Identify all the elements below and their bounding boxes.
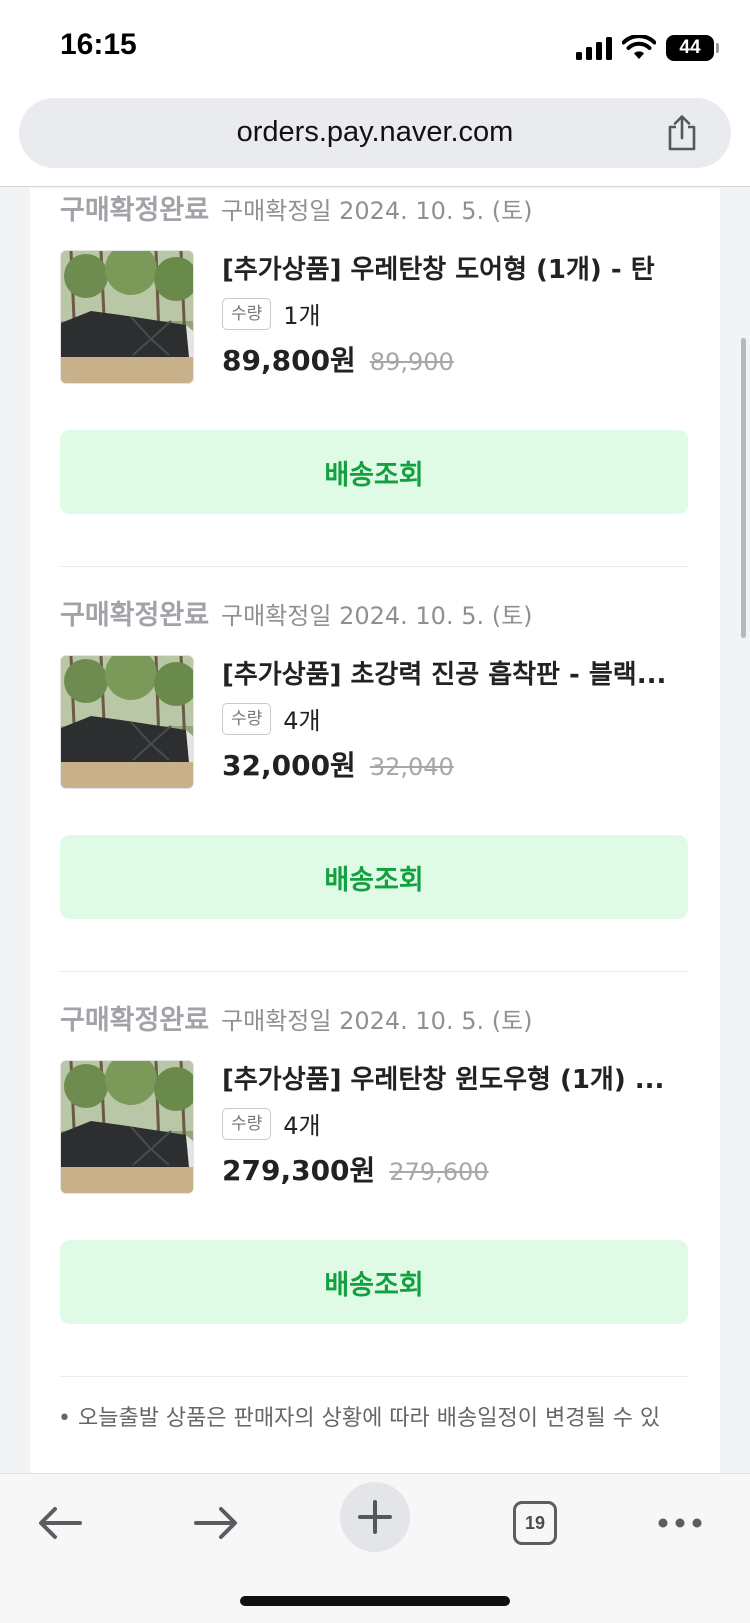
divider xyxy=(60,566,688,567)
shipping-notice: • 오늘출발 상품은 판매자의 상황에 따라 배송일정이 변경될 수 있 xyxy=(58,1406,661,1431)
new-tab-button[interactable] xyxy=(340,1482,410,1552)
sale-price: 32,000원 xyxy=(222,749,356,782)
forward-button[interactable] xyxy=(186,1488,246,1558)
order-header: 구매확정완료 구매확정일 2024. 10. 5. (토) xyxy=(60,188,688,228)
quantity-value: 4개 xyxy=(283,707,321,735)
status-time: 16:15 xyxy=(60,28,137,61)
url-text: orders.pay.naver.com xyxy=(236,116,514,148)
product-row[interactable]: [추가상품] 초강력 진공 흡착판 - 블랙... 수량 4개 32,000원 … xyxy=(60,655,688,795)
sale-price: 89,800원 xyxy=(222,344,356,377)
quantity-row: 수량 4개 xyxy=(222,701,688,736)
home-indicator[interactable] xyxy=(240,1596,510,1606)
product-name[interactable]: [추가상품] 우레탄창 윈도우형 (1개) ... xyxy=(222,1060,688,1100)
divider xyxy=(60,1376,688,1377)
wifi-icon xyxy=(622,35,656,59)
arrow-right-icon xyxy=(194,1507,237,1539)
quantity-badge: 수량 xyxy=(222,1107,272,1140)
quantity-value: 4개 xyxy=(283,1112,321,1140)
track-delivery-button[interactable]: 배송조회 xyxy=(60,430,688,514)
product-row[interactable]: [추가상품] 우레탄창 윈도우형 (1개) ... 수량 4개 279,300원… xyxy=(60,1060,688,1200)
order-item: 구매확정완료 구매확정일 2024. 10. 5. (토) xyxy=(60,998,688,1377)
battery-icon: 44 xyxy=(666,35,719,61)
more-button[interactable] xyxy=(650,1488,710,1558)
order-header: 구매확정완료 구매확정일 2024. 10. 5. (토) xyxy=(60,998,688,1038)
track-delivery-button[interactable]: 배송조회 xyxy=(60,835,688,919)
order-header: 구매확정완료 구매확정일 2024. 10. 5. (토) xyxy=(60,593,688,633)
price-row: 279,300원 279,600 xyxy=(222,1149,688,1189)
tabs-icon: 19 xyxy=(513,1501,557,1545)
product-thumbnail[interactable] xyxy=(60,1060,194,1194)
tent-photo xyxy=(61,251,193,383)
quantity-badge: 수량 xyxy=(222,297,272,330)
order-item: 구매확정완료 구매확정일 2024. 10. 5. (토) xyxy=(60,188,688,567)
product-thumbnail[interactable] xyxy=(60,250,194,384)
plus-icon xyxy=(358,1500,392,1534)
original-price: 89,900 xyxy=(369,348,454,376)
address-bar[interactable]: orders.pay.naver.com xyxy=(19,98,731,168)
quantity-row: 수량 4개 xyxy=(222,1106,688,1141)
order-list[interactable]: 구매확정완료 구매확정일 2024. 10. 5. (토) [추가상품] 우레탄… xyxy=(30,188,720,1473)
original-price: 279,600 xyxy=(389,1158,489,1186)
scrollbar[interactable] xyxy=(741,338,746,638)
price-row: 89,800원 89,900 xyxy=(222,339,688,379)
product-thumbnail[interactable] xyxy=(60,655,194,789)
product-row[interactable]: [추가상품] 우레탄창 도어형 (1개) - 탄 수량 1개 89,800원 8… xyxy=(60,250,688,390)
track-delivery-button[interactable]: 배송조회 xyxy=(60,1240,688,1324)
product-info: [추가상품] 우레탄창 도어형 (1개) - 탄 수량 1개 89,800원 8… xyxy=(222,250,688,379)
divider xyxy=(60,971,688,972)
more-icon xyxy=(658,1518,702,1528)
product-info: [추가상품] 초강력 진공 흡착판 - 블랙... 수량 4개 32,000원 … xyxy=(222,655,688,784)
quantity-badge: 수량 xyxy=(222,702,272,735)
status-icons: 44 xyxy=(576,32,719,64)
arrow-left-icon xyxy=(39,1507,82,1539)
tent-photo xyxy=(61,1061,193,1193)
order-status: 구매확정완료 xyxy=(60,600,210,631)
sale-price: 279,300원 xyxy=(222,1154,376,1187)
product-info: [추가상품] 우레탄창 윈도우형 (1개) ... 수량 4개 279,300원… xyxy=(222,1060,688,1189)
confirm-date: 구매확정일 2024. 10. 5. (토) xyxy=(221,197,533,225)
tabs-button[interactable]: 19 xyxy=(505,1488,565,1558)
price-row: 32,000원 32,040 xyxy=(222,744,688,784)
order-item: 구매확정완료 구매확정일 2024. 10. 5. (토) xyxy=(60,593,688,972)
confirm-date: 구매확정일 2024. 10. 5. (토) xyxy=(221,602,533,630)
quantity-value: 1개 xyxy=(283,302,321,330)
cellular-signal-icon xyxy=(576,36,612,60)
share-icon[interactable] xyxy=(665,114,699,152)
browser-address-area: orders.pay.naver.com xyxy=(0,92,750,187)
back-button[interactable] xyxy=(30,1488,90,1558)
status-bar: 16:15 44 xyxy=(0,0,750,92)
original-price: 32,040 xyxy=(369,753,454,781)
confirm-date: 구매확정일 2024. 10. 5. (토) xyxy=(221,1007,533,1035)
quantity-row: 수량 1개 xyxy=(222,296,688,331)
order-status: 구매확정완료 xyxy=(60,195,210,226)
order-status: 구매확정완료 xyxy=(60,1005,210,1036)
product-name[interactable]: [추가상품] 초강력 진공 흡착판 - 블랙... xyxy=(222,655,688,695)
product-name[interactable]: [추가상품] 우레탄창 도어형 (1개) - 탄 xyxy=(222,250,688,290)
tent-photo xyxy=(61,656,193,788)
